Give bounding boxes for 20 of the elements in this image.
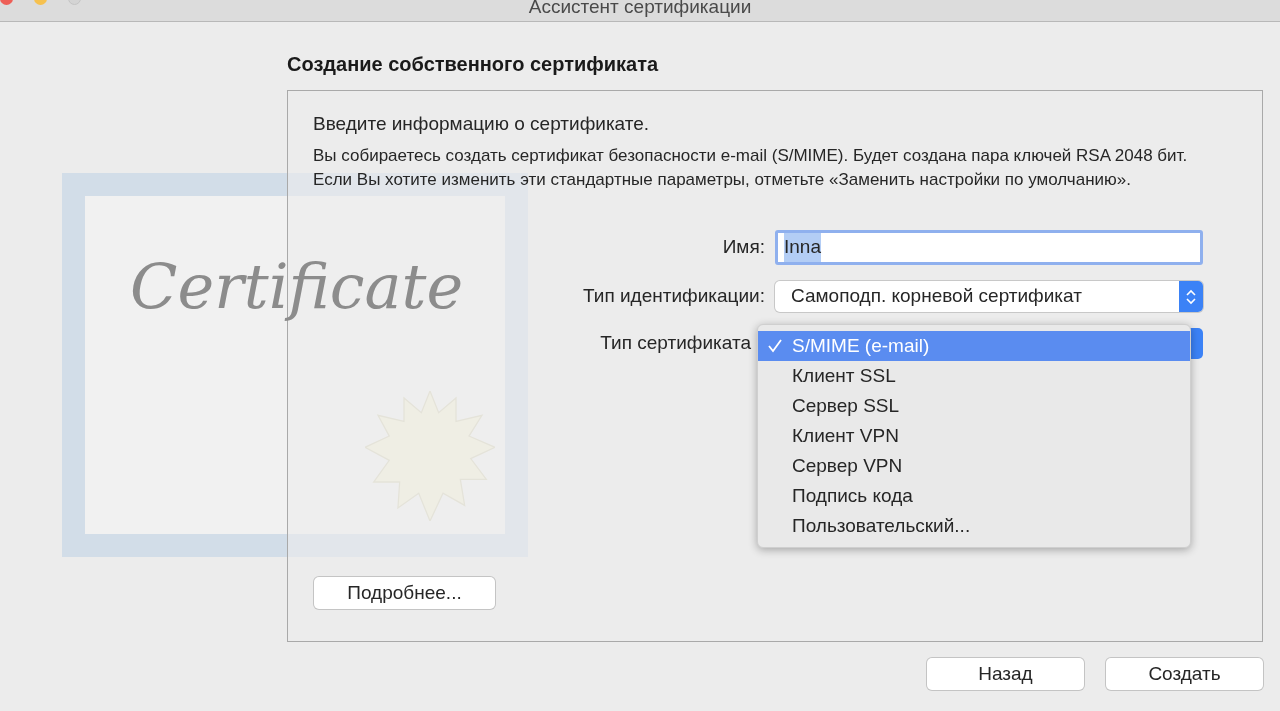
menu-item[interactable]: Клиент SSL <box>758 361 1190 391</box>
back-button[interactable]: Назад <box>927 658 1084 690</box>
intro-text: Введите информацию о сертификате. <box>313 112 650 136</box>
page-heading: Создание собственного сертификата <box>287 52 659 77</box>
window-title: Ассистент сертификации <box>528 0 752 18</box>
menu-item[interactable]: Подпись кода <box>758 481 1190 511</box>
stepper-icon <box>1179 281 1203 312</box>
certificate-type-label: Тип сертификата <box>599 331 752 356</box>
name-field[interactable]: Inna <box>775 230 1203 265</box>
identity-type-label: Тип идентификации: <box>582 284 765 309</box>
menu-item[interactable]: Пользовательский... <box>758 511 1190 541</box>
menu-item[interactable]: Сервер VPN <box>758 451 1190 481</box>
details-button[interactable]: Подробнее... <box>314 577 495 609</box>
menu-item[interactable]: Клиент VPN <box>758 421 1190 451</box>
identity-type-popup[interactable]: Самоподп. корневой сертификат <box>775 281 1203 312</box>
checkmark-icon <box>768 339 782 353</box>
description-text: Вы собираетесь создать сертификат безопасности e-mail (S/MIME). Будет создана пара ключей RSA 2048 бит. Если Вы хотите изменить эти стандартные параметры, отметьте «Заменить настройки по умолчанию». <box>313 145 1189 191</box>
name-label: Имя: <box>721 235 765 260</box>
create-button[interactable]: Создать <box>1106 658 1263 690</box>
menu-item[interactable]: Сервер SSL <box>758 391 1190 421</box>
